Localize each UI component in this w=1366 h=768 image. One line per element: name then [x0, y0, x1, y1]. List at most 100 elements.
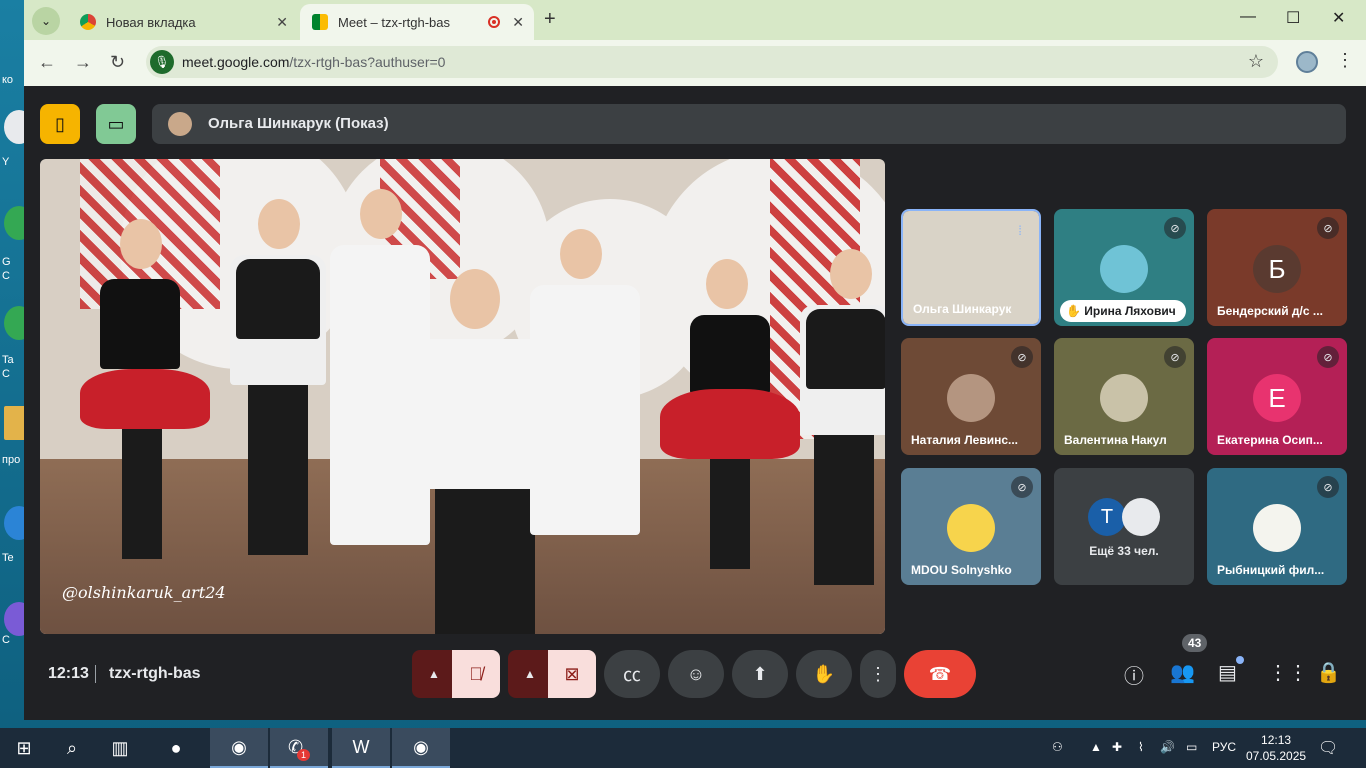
assistant-button[interactable]: ●	[152, 728, 200, 768]
chrome-icon: ◉	[231, 736, 247, 757]
participant-tile[interactable]: ⁞ Ольга Шинкарук	[901, 209, 1041, 326]
microphone-icon[interactable]: 🎙	[150, 50, 174, 74]
head	[560, 229, 602, 279]
more-vert-icon: ⋮	[869, 663, 887, 684]
windows-taskbar: ⊞ ⌕ ▥ ● ◉ ✆ 1 W ◉ ⚇ ▲ ✚ ⌇ 🔊 ▭ РУС 12:13 0…	[0, 728, 1366, 768]
presenter-name: Ольга Шинкарук (Показ)	[208, 115, 389, 132]
meeting-clock: 12:13	[48, 665, 89, 682]
assistant-icon: ●	[170, 737, 182, 758]
forward-icon[interactable]: →	[74, 52, 92, 73]
desktop-label: C	[2, 634, 10, 646]
start-button[interactable]: ⊞	[0, 728, 48, 768]
participant-tile[interactable]: ⊘ Валентина Накул	[1054, 338, 1194, 455]
url-host: meet.google.com	[182, 54, 290, 70]
close-window-icon[interactable]: ✕	[1332, 8, 1345, 28]
avatar	[1122, 498, 1160, 536]
antivirus-icon[interactable]: ✚	[1112, 740, 1122, 754]
participant-name: Ирина Ляхович	[1084, 304, 1176, 318]
desktop-label: C	[2, 368, 10, 380]
desktop-label: C	[2, 270, 10, 282]
vest	[236, 259, 320, 339]
participant-tile[interactable]: ⊘ MDOU Solnyshko	[901, 468, 1041, 585]
microphone-toggle[interactable]: 🎙̸	[452, 650, 500, 698]
avatar	[947, 504, 995, 552]
more-participants-label: Ещё 33 чел.	[1089, 544, 1159, 558]
participant-tile[interactable]: ⊘ ✋ Ирина Ляхович	[1054, 209, 1194, 326]
devices-icon: ▭	[107, 113, 125, 134]
chrome-icon: ◉	[413, 736, 429, 757]
participant-name: Ольга Шинкарук	[913, 302, 1012, 316]
profile-avatar[interactable]	[1296, 51, 1318, 73]
close-icon[interactable]: ✕	[276, 14, 288, 31]
meeting-info-icon[interactable]: ⓘ	[1124, 660, 1144, 689]
captions-button[interactable]: ㏄	[604, 650, 660, 698]
browser-window: ⌄ Новая вкладка ✕ Meet – tzx-rtgh-bas ✕ …	[24, 0, 1366, 720]
activities-icon[interactable]: ⋮⋮	[1268, 660, 1308, 685]
participant-tile[interactable]: ⊘ Рыбницкий фил...	[1207, 468, 1347, 585]
legs	[814, 435, 874, 585]
taskbar-chrome-active[interactable]: ◉	[392, 728, 450, 768]
tab-new-tab[interactable]: Новая вкладка ✕	[68, 4, 298, 40]
camera-toggle[interactable]: ⊠	[548, 650, 596, 698]
back-icon[interactable]: ←	[38, 52, 56, 73]
layout-button[interactable]: ▯	[40, 104, 80, 144]
head	[706, 259, 748, 309]
more-participants-tile[interactable]: Т Ещё 33 чел.	[1054, 468, 1194, 585]
close-icon[interactable]: ✕	[512, 14, 524, 31]
chevron-up-icon: ▲	[524, 667, 536, 681]
reactions-button[interactable]: ☺	[668, 650, 724, 698]
camera-off-icon: ⊠	[564, 663, 580, 684]
participant-tile[interactable]: Б ⊘ Бендерский д/с ...	[1207, 209, 1347, 326]
raise-hand-button[interactable]: ✋	[796, 650, 852, 698]
desktop-icons: ко Y G C Ta C про Te C	[0, 70, 34, 720]
participant-tile[interactable]: Е ⊘ Екатерина Осип...	[1207, 338, 1347, 455]
show-hidden-icons[interactable]: ▲	[1090, 740, 1102, 754]
taskbar-chrome[interactable]: ◉	[210, 728, 268, 768]
browser-menu-icon[interactable]: ⋮	[1336, 50, 1354, 71]
chat-icon[interactable]: ▤	[1218, 660, 1237, 685]
more-options-button[interactable]: ⋮	[860, 650, 896, 698]
desktop-label: Y	[2, 156, 10, 168]
hang-up-icon: ☎	[928, 663, 952, 684]
mic-off-icon: ⊘	[1011, 476, 1033, 498]
taskbar-word[interactable]: W	[332, 728, 390, 768]
host-controls-icon[interactable]: 🔒	[1316, 660, 1341, 685]
address-bar[interactable]: 🎙 meet.google.com/tzx-rtgh-bas?authuser=…	[146, 46, 1278, 78]
search-icon: ⌕	[66, 737, 78, 758]
head	[258, 199, 300, 249]
people-icon[interactable]: 👥	[1170, 660, 1195, 685]
audio-options-button[interactable]: ▲	[412, 650, 456, 698]
companion-button[interactable]: ▭	[96, 104, 136, 144]
search-button[interactable]: ⌕	[48, 728, 96, 768]
battery-icon[interactable]: ▭	[1186, 740, 1197, 754]
new-tab-button[interactable]: +	[544, 8, 556, 31]
participant-tile[interactable]: ⊘ Наталия Левинс...	[901, 338, 1041, 455]
present-button[interactable]: ⬆	[732, 650, 788, 698]
participant-name: MDOU Solnyshko	[911, 563, 1012, 577]
legs	[710, 459, 750, 569]
notifications-icon[interactable]: 🗨	[1318, 738, 1338, 758]
tab-search-button[interactable]: ⌄	[32, 7, 60, 35]
language-indicator[interactable]: РУС	[1212, 740, 1236, 754]
wifi-icon[interactable]: ⌇	[1138, 740, 1144, 754]
task-view-button[interactable]: ▥	[96, 728, 144, 768]
taskbar-viber[interactable]: ✆ 1	[270, 728, 328, 768]
reload-icon[interactable]: ↻	[110, 52, 125, 73]
desktop-label: Te	[2, 552, 14, 564]
minimize-icon[interactable]: —	[1240, 8, 1256, 26]
video-options-button[interactable]: ▲	[508, 650, 552, 698]
avatar	[947, 374, 995, 422]
volume-icon[interactable]: 🔊	[1160, 740, 1175, 754]
head	[450, 269, 500, 329]
shared-screen: @olshinkaruk_art24	[40, 159, 885, 634]
bookmark-star-icon[interactable]: ☆	[1248, 51, 1264, 72]
people-tray-icon[interactable]: ⚇	[1052, 740, 1063, 754]
skirt	[660, 389, 800, 459]
tab-meet[interactable]: Meet – tzx-rtgh-bas ✕	[300, 4, 534, 40]
speaking-icon: ⁞	[1018, 222, 1022, 238]
taskbar-clock[interactable]: 12:13 07.05.2025	[1246, 732, 1306, 764]
avatar: Е	[1253, 374, 1301, 422]
mic-off-icon: ⊘	[1317, 346, 1339, 368]
maximize-icon[interactable]: ☐	[1286, 8, 1300, 28]
leave-call-button[interactable]: ☎	[904, 650, 976, 698]
